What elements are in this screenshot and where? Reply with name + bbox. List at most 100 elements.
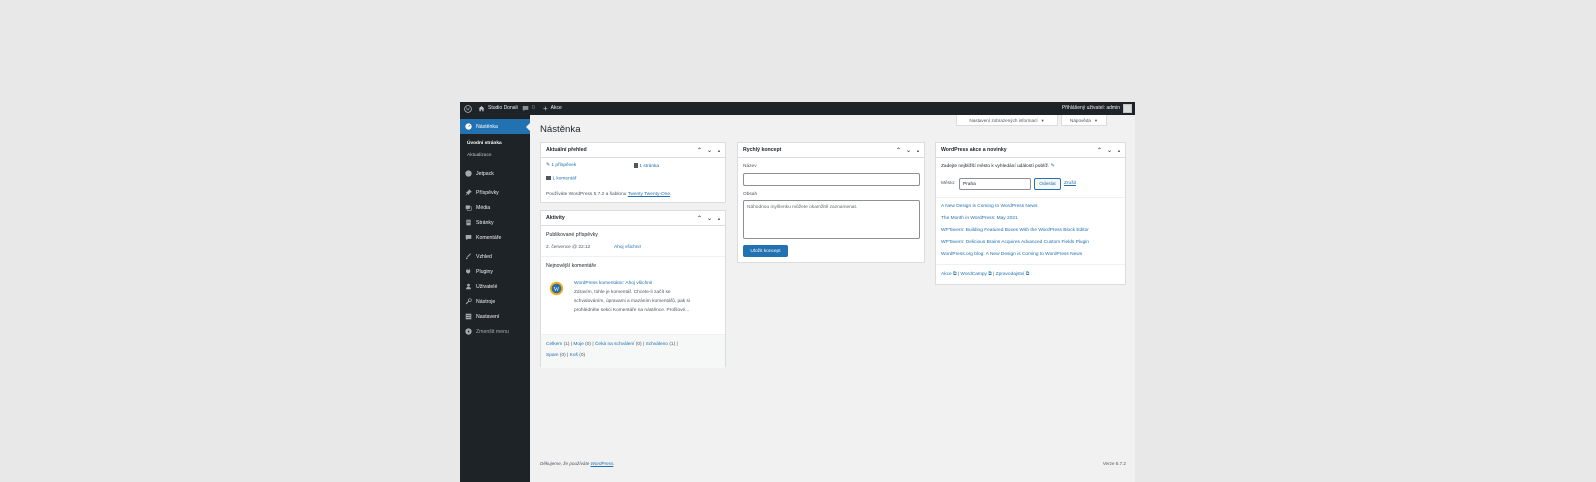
comment-author[interactable]: WordPress komentátor: xyxy=(574,281,624,286)
screen-options-button[interactable]: Nastavení zobrazených informací ▼ xyxy=(956,115,1058,126)
user-greeting: Přihlášený uživatel: admin xyxy=(1061,105,1120,111)
toggle-arrow-icon[interactable]: ▲ xyxy=(1117,148,1121,153)
theme-link[interactable]: Twenty Twenty-One xyxy=(628,192,670,197)
menu-tools[interactable]: Nástroje xyxy=(460,294,530,309)
footer-thanks-suffix: . xyxy=(613,461,615,466)
caret-down-icon: ▼ xyxy=(1040,117,1045,123)
pencil-icon[interactable]: ✎ xyxy=(1051,164,1055,169)
comments-link[interactable]: 0 xyxy=(522,102,535,115)
filter-trash-count: (0) xyxy=(579,353,586,358)
filter-approved-link[interactable]: Schváleno xyxy=(646,342,668,347)
news-link[interactable]: WPTavern: Delicious Brains Acquires Adva… xyxy=(941,240,1089,245)
site-name-link[interactable]: Studio Donali xyxy=(478,102,518,115)
city-cancel-link[interactable]: Zrušit xyxy=(1064,181,1076,186)
pages-count-text: 1 stránka xyxy=(639,163,660,169)
external-link-icon: ⧉ xyxy=(1025,272,1030,277)
comment-bubble-icon xyxy=(463,234,473,241)
menu-settings[interactable]: Nastavení xyxy=(460,309,530,324)
recent-comments-heading: Nejnovější komentáře xyxy=(546,263,597,269)
settings-sliders-icon xyxy=(463,313,473,320)
menu-posts[interactable]: Příspěvky xyxy=(460,185,530,200)
filter-mine-link[interactable]: Moje xyxy=(573,342,583,347)
published-post-link[interactable]: Ahoj všichni! xyxy=(614,245,641,250)
menu-comments[interactable]: Komentáře xyxy=(460,230,530,245)
news-link[interactable]: WordPress.org blog: A New Design is Comi… xyxy=(941,252,1082,257)
news-link[interactable]: The Month in WordPress: May 2021 xyxy=(941,216,1018,221)
news-link[interactable]: A New Design is Coming to WordPress News xyxy=(941,204,1037,209)
filter-spam-link[interactable]: Spam xyxy=(546,353,559,358)
menu-tools-label: Nástroje xyxy=(476,298,496,305)
my-account-link[interactable]: Přihlášený uživatel: admin xyxy=(1062,102,1132,115)
jetpack-icon xyxy=(463,170,473,177)
news-link[interactable]: WPTavern: Building Featured Boxes With t… xyxy=(941,228,1089,233)
submenu-updates[interactable]: Aktualizace xyxy=(467,153,492,158)
widget-header: WordPress akce a novinky ⌃ ⌄ ▲ xyxy=(936,143,1125,158)
plug-icon xyxy=(463,268,473,275)
svg-text:W: W xyxy=(466,106,471,111)
pages-count-link[interactable]: 1 stránka xyxy=(634,163,659,169)
new-content-link[interactable]: + Akce xyxy=(543,102,562,115)
chevron-up-icon[interactable]: ⌃ xyxy=(697,215,702,222)
chevron-down-icon[interactable]: ⌄ xyxy=(1107,147,1112,154)
chevron-down-icon[interactable]: ⌄ xyxy=(707,147,712,154)
screen-options-label: Nastavení zobrazených informací xyxy=(969,117,1038,123)
widget-controls: ⌃ ⌄ ▲ xyxy=(1097,143,1121,157)
toggle-arrow-icon[interactable]: ▲ xyxy=(717,216,721,221)
help-label: Nápověda xyxy=(1070,117,1091,123)
wordcamps-link[interactable]: WordCampy xyxy=(960,272,987,277)
wp-version-suffix: . xyxy=(670,192,672,197)
menu-pages[interactable]: Stránky xyxy=(460,215,530,230)
submenu-home[interactable]: Úvodní stránka xyxy=(467,141,502,146)
filter-all-link[interactable]: Celkem xyxy=(546,342,562,347)
pushpin-icon xyxy=(463,189,473,196)
menu-media-label: Média xyxy=(476,204,491,211)
comment-bubble-icon xyxy=(546,176,551,180)
menu-plugins[interactable]: Pluginy xyxy=(460,264,530,279)
meetups-link[interactable]: Akce xyxy=(941,272,952,277)
toggle-arrow-icon[interactable]: ▲ xyxy=(916,148,920,153)
chevron-down-icon[interactable]: ⌄ xyxy=(906,147,911,154)
widget-title: Aktuální přehled xyxy=(546,147,587,153)
footer-wordpress-link[interactable]: WordPress xyxy=(591,461,614,466)
chevron-up-icon[interactable]: ⌃ xyxy=(896,147,901,154)
city-submit-button[interactable]: Odeslat xyxy=(1034,178,1061,190)
menu-posts-label: Příspěvky xyxy=(476,189,499,196)
city-input[interactable]: Praha xyxy=(959,178,1031,190)
news-page-link[interactable]: Zpravodajství xyxy=(996,272,1025,277)
draft-content-textarea[interactable]: Náhodnou myšlenku můžete okamžitě zaznam… xyxy=(743,200,920,239)
menu-jetpack-label: Jetpack xyxy=(476,170,494,177)
menu-media[interactable]: Média xyxy=(460,200,530,215)
comment-post-link[interactable]: Ahoj všichni! xyxy=(625,281,652,286)
widget-title: Rychlý koncept xyxy=(743,147,782,153)
chevron-down-icon[interactable]: ⌄ xyxy=(707,215,712,222)
draft-title-input[interactable] xyxy=(743,173,920,186)
published-posts-heading: Publikované příspěvky xyxy=(546,232,598,238)
save-draft-button[interactable]: Uložit koncept xyxy=(743,245,788,257)
posts-count-link[interactable]: ✎ 1 příspěvek xyxy=(546,163,576,168)
menu-appearance[interactable]: Vzhled xyxy=(460,249,530,264)
menu-plugins-label: Pluginy xyxy=(476,268,494,275)
help-button[interactable]: Nápověda ▼ xyxy=(1061,115,1107,126)
menu-users[interactable]: Uživatelé xyxy=(460,279,530,294)
chevron-up-icon[interactable]: ⌃ xyxy=(697,147,702,154)
filter-trash-link[interactable]: Koš xyxy=(570,353,578,358)
wrench-icon xyxy=(463,298,473,305)
at-a-glance-widget: Aktuální přehled ⌃ ⌄ ▲ ✎ 1 příspěvek 1 s… xyxy=(540,142,726,203)
menu-collapse[interactable]: Zmenšit menu xyxy=(460,324,530,339)
filter-all-count: (1) xyxy=(563,342,570,347)
menu-comments-label: Komentáře xyxy=(476,234,502,241)
comments-count-link[interactable]: 1 komentář xyxy=(546,176,576,181)
widget-title: WordPress akce a novinky xyxy=(941,147,1007,153)
site-name: Studio Donali xyxy=(488,105,518,111)
menu-dashboard[interactable]: Nástěnka xyxy=(460,119,530,134)
events-footer-links: Akce ⧉ | WordCampy ⧉ | Zpravodajství ⧉ xyxy=(941,272,1030,277)
media-icon xyxy=(463,204,473,211)
wordpress-logo-icon[interactable]: W xyxy=(464,102,472,115)
filters-row-1: Celkem (1) | Moje (0) | Čeká na schválen… xyxy=(546,342,678,347)
chevron-up-icon[interactable]: ⌃ xyxy=(1097,147,1102,154)
home-icon xyxy=(478,106,485,112)
svg-text:W: W xyxy=(554,287,560,293)
filter-pending-link[interactable]: Čeká na schválení xyxy=(595,342,634,347)
menu-jetpack[interactable]: Jetpack xyxy=(460,166,530,181)
toggle-arrow-icon[interactable]: ▲ xyxy=(717,148,721,153)
